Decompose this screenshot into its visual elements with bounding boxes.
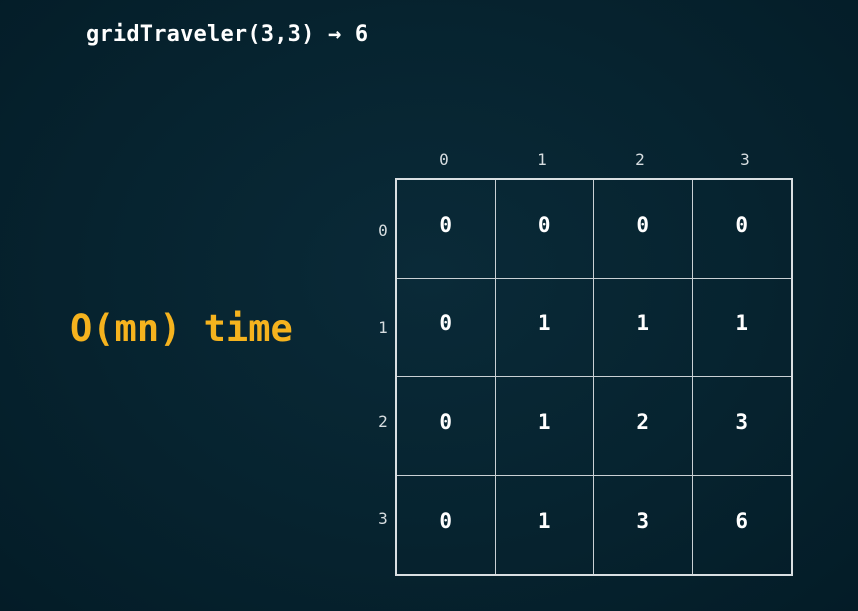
table-cell: 0: [397, 475, 496, 574]
column-index-label: 3: [740, 150, 750, 169]
table-cell: 1: [496, 475, 594, 574]
table-cell: 1: [495, 278, 594, 377]
table-cell: 0: [397, 180, 496, 279]
table-cell: 0: [495, 180, 594, 279]
row-index-label: 3: [378, 509, 388, 528]
table-cell: 3: [692, 377, 791, 476]
table-cell: 3: [594, 475, 693, 574]
column-index-label: 1: [537, 150, 547, 169]
table-cell: 2: [594, 377, 693, 476]
table-cell: 6: [735, 508, 749, 533]
row-index-label: 1: [378, 318, 388, 337]
table-cell: 1: [594, 278, 693, 377]
column-index-label: 2: [635, 150, 645, 169]
table-cell: 0: [397, 377, 496, 476]
function-call-title: gridTraveler(3,3) → 6: [86, 22, 369, 47]
row-index-label: 2: [378, 412, 388, 431]
table-cell: 0: [594, 180, 693, 279]
table-cell: 0: [692, 180, 791, 279]
time-complexity-label: O(mn) time: [70, 307, 293, 350]
dp-table-grid: 0 0 0 0 0 1 1 1 0 1 2 3 0 1 3 6: [395, 178, 793, 576]
row-index-label: 0: [378, 221, 388, 240]
table-cell: 1: [692, 279, 791, 377]
table-cell: 0: [397, 278, 496, 377]
column-index-label: 0: [439, 150, 449, 169]
table-cell: 1: [495, 377, 594, 476]
